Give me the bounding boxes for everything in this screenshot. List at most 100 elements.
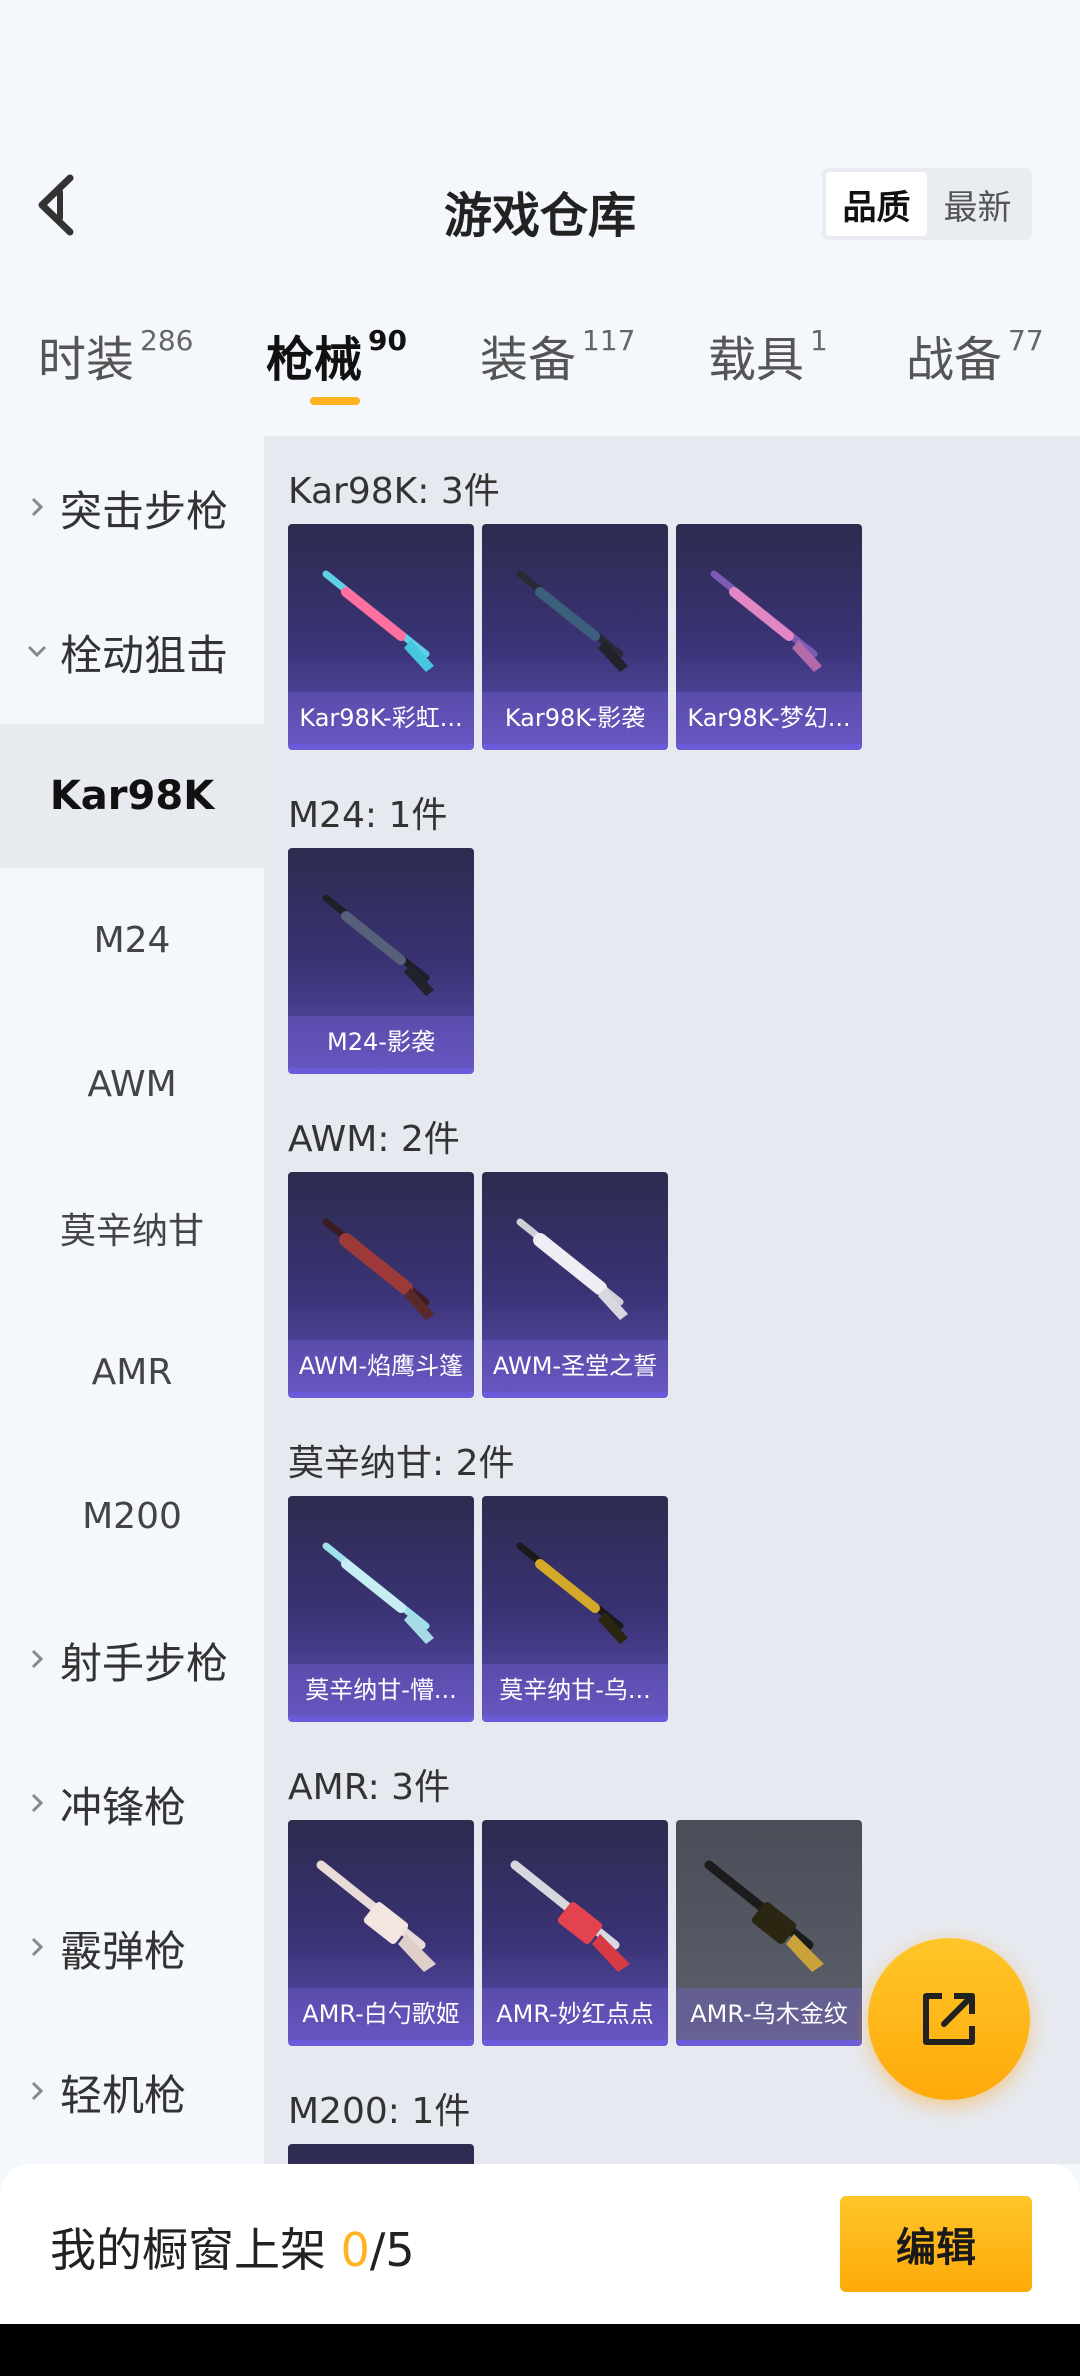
sidebar-item-amr[interactable]: AMR [0, 1300, 264, 1444]
weapon-card-label: M24-影袭 [288, 1016, 474, 1068]
weapon-card-label: Kar98K-梦幻... [676, 692, 862, 744]
showcase-bar: 我的橱窗上架 0/5 编辑 [0, 2164, 1080, 2324]
tab-count: 77 [1008, 324, 1044, 357]
tab-count: 117 [582, 324, 636, 357]
edit-button[interactable]: 编辑 [840, 2196, 1032, 2292]
weapon-grid: Kar98K: 3件 Kar98K-彩虹... Kar98K-影袭 Kar98K… [264, 436, 1080, 2164]
tab-supplies[interactable]: 战备 77 [906, 320, 1044, 390]
rifle-icon [322, 894, 434, 996]
rifle-icon [704, 1860, 824, 1972]
chevron-right-icon [31, 497, 44, 517]
sidebar-item-assault-rifle[interactable]: 突击步枪 [0, 436, 264, 580]
chevron-right-icon [31, 1649, 44, 1669]
weapon-card[interactable]: 莫辛纳甘-懵... [288, 1496, 474, 1722]
section-title: M24: 1件 [288, 795, 448, 836]
section-mosin: 莫辛纳甘: 2件 莫辛纳甘-懵... 莫辛纳甘-乌... [288, 1432, 1068, 1722]
tab-label: 枪械 [266, 332, 363, 388]
tab-count: 90 [368, 324, 407, 357]
weapon-card-label: AWM-焰鹰斗篷 [288, 1340, 474, 1392]
share-button[interactable] [868, 1938, 1030, 2100]
tab-count: 1 [810, 324, 828, 357]
sidebar: 突击步枪 栓动狙击 Kar98K M24 AWM 莫辛纳甘 AMR M200 射… [0, 436, 264, 2164]
sidebar-item-awm[interactable]: AWM [0, 1012, 264, 1156]
showcase-status: 我的橱窗上架 0/5 [50, 2214, 415, 2280]
sidebar-item-m200[interactable]: M200 [0, 1444, 264, 1588]
tab-vehicles[interactable]: 载具 1 [708, 320, 828, 390]
chevron-down-icon [27, 645, 47, 658]
rifle-icon [322, 1542, 434, 1644]
sidebar-item-smg[interactable]: 冲锋枪 [0, 1732, 264, 1876]
sidebar-item-marksman[interactable]: 射手步枪 [0, 1588, 264, 1732]
showcase-current-count: 0 [340, 2223, 370, 2277]
tab-guns[interactable]: 枪械 90 [266, 320, 407, 390]
rifle-icon [710, 570, 822, 672]
weapon-card[interactable]: Kar98K-彩虹... [288, 524, 474, 750]
weapon-card[interactable]: AMR-妙红点点 [482, 1820, 668, 2046]
weapon-card[interactable]: 莫辛纳甘-乌... [482, 1496, 668, 1722]
weapon-card-label: Kar98K-彩虹... [288, 692, 474, 744]
sidebar-item-shotgun[interactable]: 霰弹枪 [0, 1876, 264, 2020]
sidebar-item-label: AMR [91, 1351, 173, 1393]
section-title: AWM: 2件 [288, 1119, 460, 1160]
weapon-card[interactable]: AWM-焰鹰斗篷 [288, 1172, 474, 1398]
sidebar-item-mosin[interactable]: 莫辛纳甘 [0, 1156, 264, 1300]
sort-option-quality[interactable]: 品质 [826, 172, 927, 236]
tab-fashion[interactable]: 时装 286 [38, 320, 193, 390]
sort-option-newest[interactable]: 最新 [927, 172, 1028, 236]
weapon-card[interactable] [288, 2144, 474, 2164]
sidebar-item-lmg[interactable]: 轻机枪 [0, 2020, 264, 2164]
weapon-card-label: AMR-乌木金纹 [676, 1988, 862, 2040]
section-title: AMR: 3件 [288, 1767, 451, 1808]
sidebar-item-bolt-sniper[interactable]: 栓动狙击 [0, 580, 264, 724]
sidebar-item-label: 冲锋枪 [60, 1782, 187, 1832]
chevron-right-icon [31, 1937, 44, 1957]
system-nav-bar [0, 2324, 1080, 2376]
weapon-card[interactable]: Kar98K-影袭 [482, 524, 668, 750]
weapon-card-label: AMR-白勺歌姬 [288, 1988, 474, 2040]
sidebar-item-kar98k[interactable]: Kar98K [0, 724, 264, 868]
sidebar-item-label: AWM [87, 1063, 177, 1105]
showcase-label: 我的橱窗上架 [50, 2223, 341, 2277]
rifle-icon [516, 1542, 628, 1644]
rifle-icon [516, 1218, 628, 1320]
rifle-icon [322, 1218, 434, 1320]
sidebar-item-label: 莫辛纳甘 [59, 1211, 204, 1252]
sidebar-item-label: 轻机枪 [60, 2070, 187, 2120]
weapon-card[interactable]: AWM-圣堂之誓 [482, 1172, 668, 1398]
sort-toggle: 品质 最新 [822, 168, 1032, 240]
sidebar-item-label: 突击步枪 [60, 486, 229, 536]
section-m24: M24: 1件 M24-影袭 [288, 784, 1068, 1074]
weapon-card[interactable]: Kar98K-梦幻... [676, 524, 862, 750]
rifle-icon [516, 570, 628, 672]
weapon-card[interactable]: AMR-乌木金纹 [676, 1820, 862, 2046]
header: 游戏仓库 品质 最新 [0, 0, 1080, 290]
weapon-card[interactable]: AMR-白勺歌姬 [288, 1820, 474, 2046]
rifle-icon [316, 1860, 436, 1972]
sidebar-item-label: 霰弹枪 [60, 1926, 187, 1976]
showcase-total: /5 [369, 2223, 415, 2277]
weapon-card-label: AWM-圣堂之誓 [482, 1340, 668, 1392]
section-title: 莫辛纳甘: 2件 [288, 1443, 515, 1484]
tab-equipment[interactable]: 装备 117 [480, 320, 635, 390]
category-tabs: 时装 286 枪械 90 装备 117 载具 1 战备 77 [0, 320, 1080, 410]
sidebar-item-label: Kar98K [49, 773, 215, 819]
sidebar-item-label: 射手步枪 [60, 1638, 229, 1688]
sidebar-item-label: 栓动狙击 [60, 630, 229, 680]
weapon-card[interactable]: M24-影袭 [288, 848, 474, 1074]
chevron-right-icon [31, 1793, 44, 1813]
tab-label: 时装 [38, 332, 135, 388]
weapon-card-label: 莫辛纳甘-乌... [482, 1664, 668, 1716]
chevron-right-icon [31, 2081, 44, 2101]
sidebar-item-m24[interactable]: M24 [0, 868, 264, 1012]
section-awm: AWM: 2件 AWM-焰鹰斗篷 AWM-圣堂之誓 [288, 1108, 1068, 1398]
section-title: Kar98K: 3件 [288, 471, 500, 512]
active-tab-indicator [310, 397, 360, 405]
tab-label: 载具 [708, 332, 805, 388]
section-kar98k: Kar98K: 3件 Kar98K-彩虹... Kar98K-影袭 Kar98K… [288, 460, 1068, 750]
external-link-icon [923, 1993, 975, 2045]
weapon-card-label: AMR-妙红点点 [482, 1988, 668, 2040]
sidebar-item-label: M200 [82, 1495, 182, 1537]
rifle-icon [322, 570, 434, 672]
weapon-card-label: 莫辛纳甘-懵... [288, 1664, 474, 1716]
tab-label: 装备 [480, 332, 577, 388]
